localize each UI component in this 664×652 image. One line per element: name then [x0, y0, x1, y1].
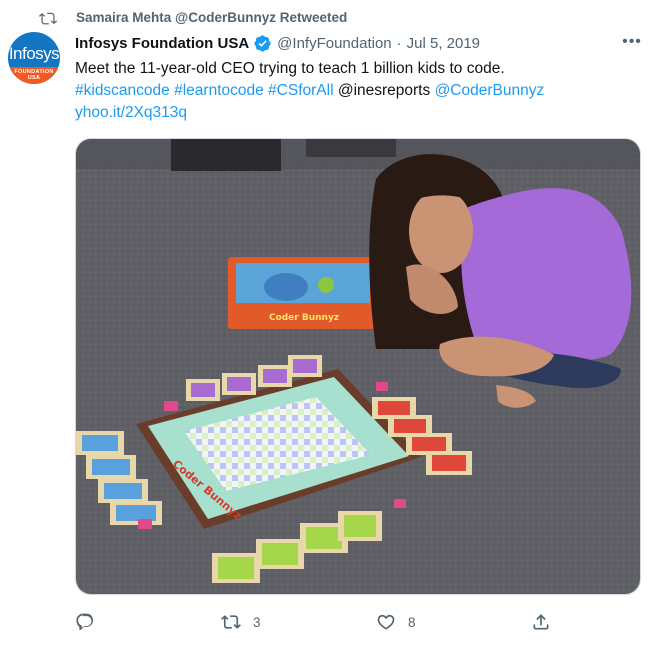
- tweet-actions: 3 8: [75, 610, 555, 634]
- more-options-icon[interactable]: •••: [620, 34, 644, 50]
- reply-button[interactable]: [75, 610, 95, 634]
- game-box: Coder Bunnyz: [228, 257, 378, 329]
- tweet-date[interactable]: Jul 5, 2019: [407, 35, 480, 52]
- hashtag-kidscancode[interactable]: #kidscancode: [75, 82, 170, 99]
- avatar-logo-text: Infosys: [8, 44, 60, 63]
- avatar[interactable]: Infosys FOUNDATION USA: [8, 32, 60, 84]
- tweet-photo[interactable]: Coder Bunnyz Coder Bunnyz: [75, 138, 641, 595]
- like-count: 8: [408, 614, 416, 630]
- tweet-url[interactable]: yhoo.it/2Xq313q: [75, 104, 187, 121]
- retweet-count: 3: [253, 614, 261, 630]
- tweet-line-1: Meet the 11-year-old CEO trying to teach…: [75, 60, 505, 77]
- mention-inesreports[interactable]: @inesreports: [338, 82, 430, 99]
- avatar-band-text: FOUNDATION USA: [14, 69, 54, 81]
- heart-icon: [377, 614, 395, 630]
- header-separator: ·: [396, 34, 402, 52]
- tweet-text: Meet the 11-year-old CEO trying to teach…: [75, 58, 635, 124]
- reply-icon: [76, 613, 94, 631]
- mention-coderbunnyz[interactable]: @CoderBunnyz: [435, 82, 545, 99]
- retweet-button[interactable]: 3: [221, 610, 261, 634]
- tweet-line-2: #kidscancode #learntocode #CSforAll @ine…: [75, 80, 635, 102]
- hashtag-csforall[interactable]: #CSforAll: [268, 82, 333, 99]
- avatar-logo-band: FOUNDATION USA: [8, 67, 60, 84]
- verified-badge-icon: [254, 34, 271, 52]
- tweet[interactable]: Samaira Mehta @CoderBunnyz Retweeted Inf…: [0, 0, 664, 652]
- tweet-header: Infosys Foundation USA @InfyFoundation ·…: [75, 33, 480, 53]
- like-button[interactable]: 8: [376, 610, 416, 634]
- box-title: Coder Bunnyz: [269, 313, 339, 323]
- author-handle[interactable]: @InfyFoundation: [277, 35, 391, 52]
- retweet-icon: [38, 12, 58, 25]
- share-button[interactable]: [531, 610, 551, 634]
- hashtag-learntocode[interactable]: #learntocode: [174, 82, 264, 99]
- author-name[interactable]: Infosys Foundation USA: [75, 35, 249, 52]
- tweet-line-3: yhoo.it/2Xq313q: [75, 102, 635, 124]
- photo-scene: Coder Bunnyz Coder Bunnyz: [76, 139, 640, 594]
- retweet-action-icon: [221, 615, 241, 629]
- share-icon: [533, 614, 549, 630]
- retweet-label[interactable]: Samaira Mehta @CoderBunnyz Retweeted: [76, 10, 347, 25]
